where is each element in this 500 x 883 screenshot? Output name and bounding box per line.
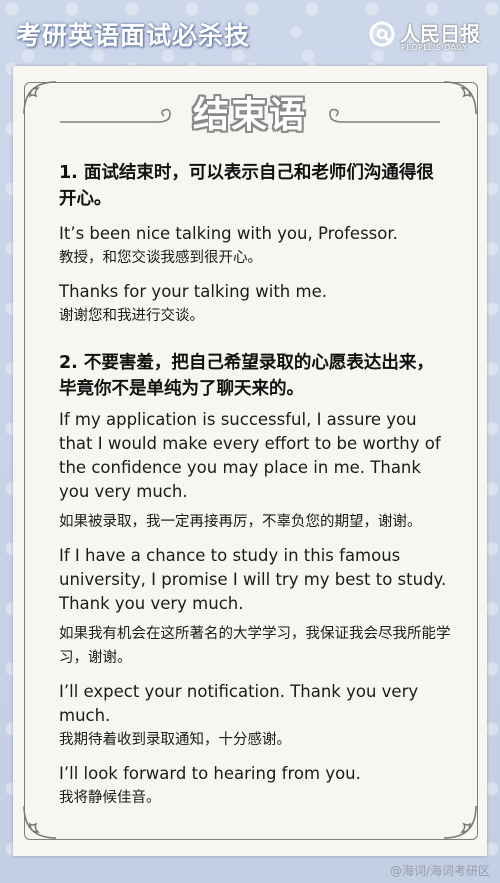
content-body: 1. 面试结束时，可以表示自己和老师们沟通得很开心。 It’s been nic… (59, 160, 451, 820)
point-heading: 2. 不要害羞，把自己希望录取的心愿表达出来，毕竟你不是单纯为了聊天来的。 (59, 353, 434, 399)
logo-subtitle: PEOPLE'S DAILY (401, 43, 468, 52)
at-sign-icon (369, 21, 395, 47)
watermark: @海词/海词考研区 (389, 864, 490, 878)
english-sentence: Thanks for your talking with me. (59, 282, 327, 301)
chinese-translation: 如果我有机会在这所著名的大学学习，我保证我会尽我所能学习，谢谢。 (59, 626, 451, 666)
header: 考研英语面试必杀技 人民日报 PEOPLE'S DAILY (0, 0, 500, 70)
english-sentence: I’ll expect your notification. Thank you… (59, 682, 419, 725)
section-title-text: 结束语 (192, 95, 307, 136)
chinese-translation: 教授，和您交谈我感到很开心。 (59, 250, 262, 266)
chinese-translation: 谢谢您和我进行交谈。 (59, 308, 204, 324)
chinese-translation: 我期待着收到录取通知，十分感谢。 (59, 732, 291, 748)
section-title: 结束语 (0, 86, 500, 138)
point-heading: 1. 面试结束时，可以表示自己和老师们沟通得很开心。 (59, 163, 434, 209)
chinese-translation: 如果被录取，我一定再接再厉，不辜负您的期望，谢谢。 (59, 514, 422, 530)
corner-ornament-bottom-left (20, 802, 60, 842)
header-title: 考研英语面试必杀技 (16, 21, 251, 50)
chinese-translation: 我将静候佳音。 (59, 790, 161, 806)
english-sentence: If my application is successful, I assur… (59, 410, 441, 501)
english-sentence: It’s been nice talking with you, Profess… (59, 224, 398, 243)
english-sentence: If I have a chance to study in this famo… (59, 546, 447, 613)
english-sentence: I’ll look forward to hearing from you. (59, 764, 361, 783)
peoples-daily-logo: 人民日报 PEOPLE'S DAILY (368, 16, 486, 56)
